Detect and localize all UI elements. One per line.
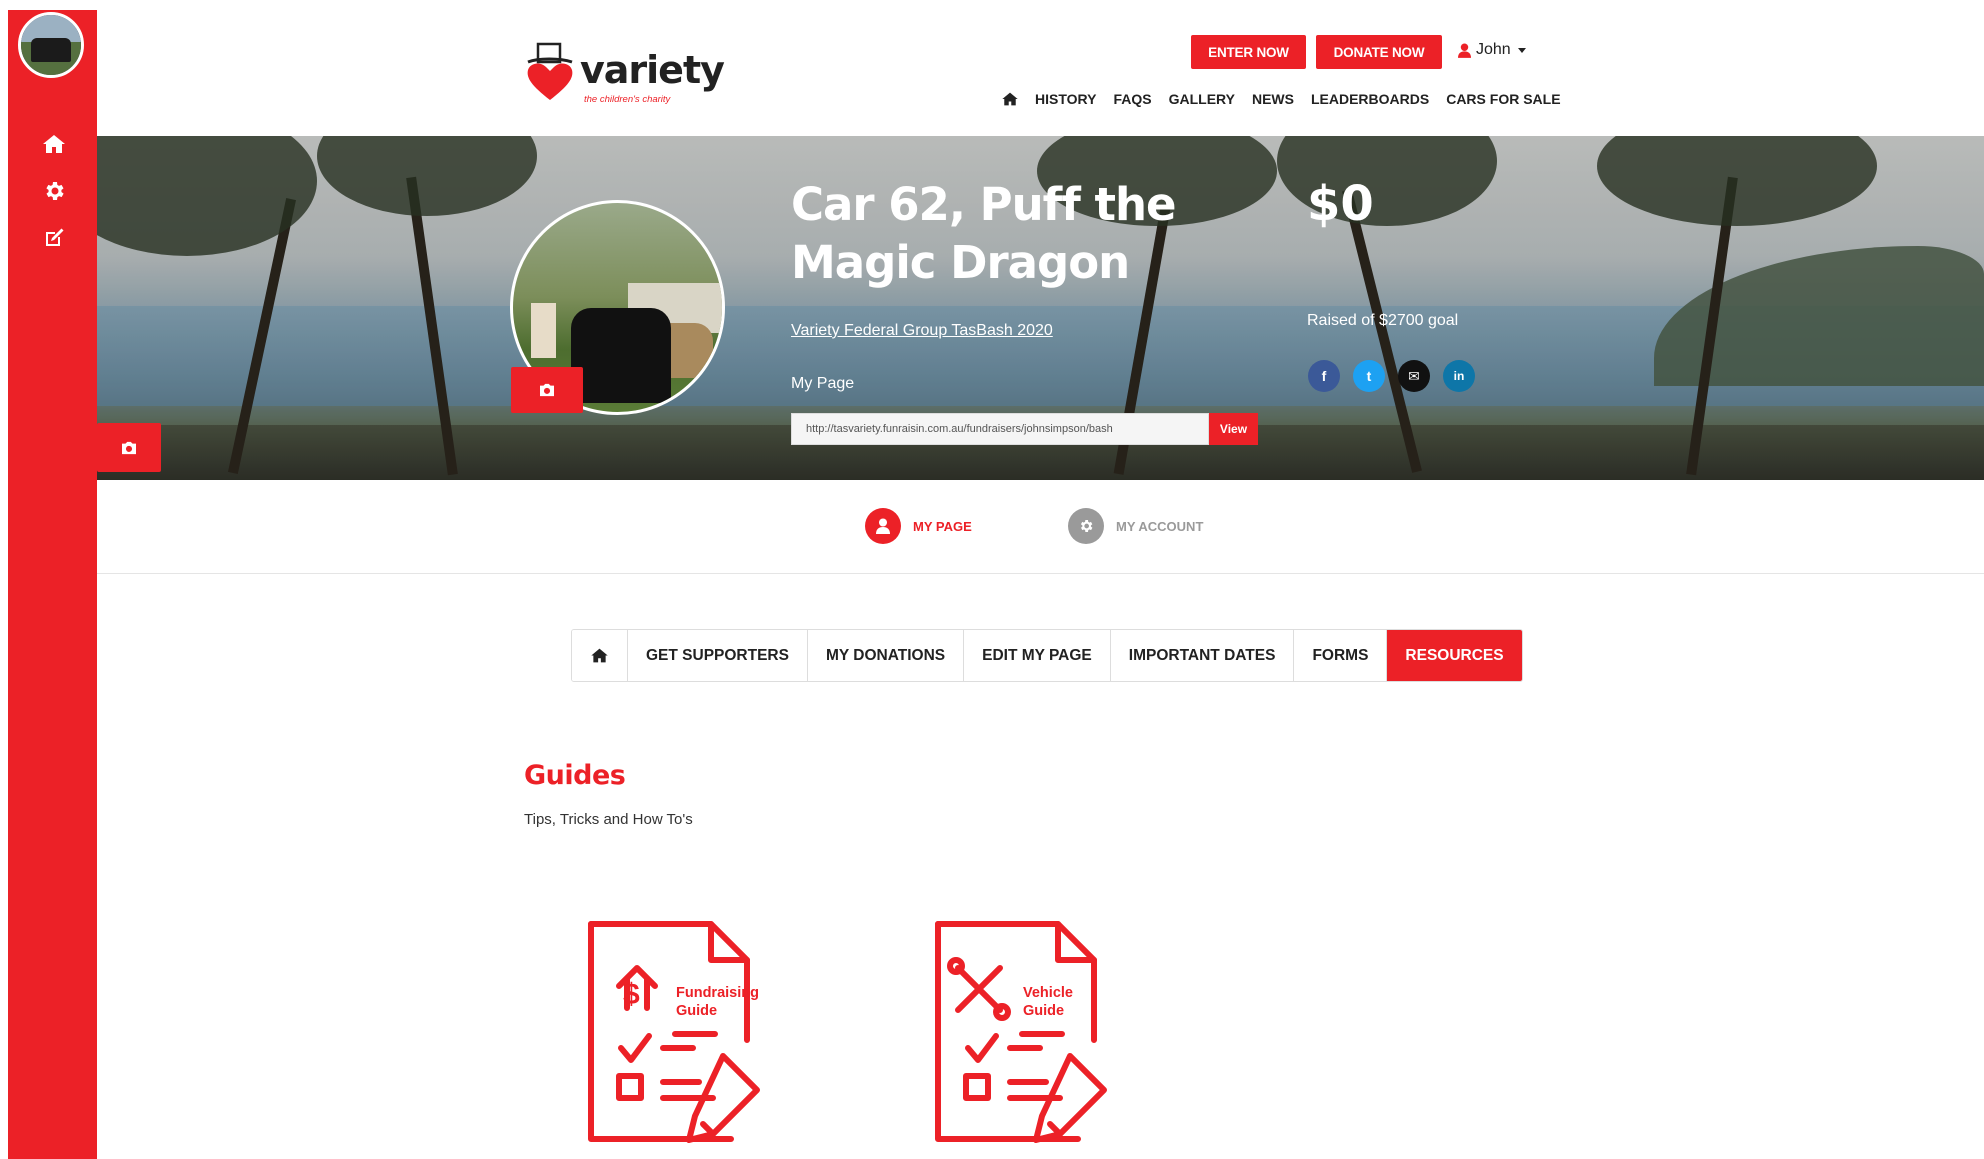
page-url-field[interactable]: http://tasvariety.funraisin.com.au/fundr… — [791, 413, 1209, 445]
camera-icon — [122, 441, 136, 454]
my-page-label: My Page — [791, 375, 855, 392]
caret-down-icon — [1517, 47, 1526, 53]
user-name: John — [1476, 41, 1511, 58]
sidebar — [8, 10, 97, 1159]
goal-text: Raised of $2700 goal — [1307, 312, 1459, 329]
tab-important-dates[interactable]: IMPORTANT DATES — [1110, 630, 1295, 681]
top-hat-heart-icon — [527, 42, 573, 100]
amount-raised: $0 — [1307, 176, 1374, 232]
edit-icon[interactable] — [40, 224, 68, 252]
email-share-icon[interactable]: ✉ — [1398, 360, 1430, 392]
my-page-switch-label: MY PAGE — [913, 518, 972, 534]
enter-now-button[interactable]: ENTER NOW — [1191, 35, 1306, 69]
dashboard-tabs: GET SUPPORTERS MY DONATIONS EDIT MY PAGE… — [571, 629, 1523, 682]
nav-leaderboards[interactable]: LEADERBOARDS — [1311, 91, 1429, 107]
my-account-switch-label: MY ACCOUNT — [1116, 518, 1204, 534]
user-icon — [865, 508, 901, 544]
nav-news[interactable]: NEWS — [1252, 91, 1294, 107]
linkedin-share-icon[interactable]: in — [1443, 360, 1475, 392]
gear-icon[interactable] — [40, 177, 68, 205]
guide-label-line2: Guide — [1023, 1003, 1065, 1019]
vehicle-guide-icon[interactable]: Vehicle Guide — [930, 916, 1140, 1146]
user-icon — [1458, 43, 1471, 58]
fundraising-guide-icon[interactable]: $ Fundraising Guide — [583, 916, 793, 1146]
section-title: Guides — [524, 760, 626, 791]
change-cover-photo-button[interactable] — [97, 423, 161, 472]
my-page-switch[interactable]: MY PAGE — [865, 508, 972, 544]
variety-logo[interactable]: variety the children's charity — [520, 40, 725, 110]
guide-label-line2: Guide — [676, 1003, 718, 1019]
my-account-switch[interactable]: MY ACCOUNT — [1068, 508, 1203, 544]
nav-gallery[interactable]: GALLERY — [1169, 91, 1235, 107]
home-icon — [591, 648, 608, 663]
section-divider — [97, 573, 1984, 574]
logo-tagline: the children's charity — [584, 94, 671, 105]
avatar[interactable] — [18, 12, 84, 78]
gear-icon — [1068, 508, 1104, 544]
home-icon[interactable] — [40, 130, 68, 158]
change-profile-photo-button[interactable] — [511, 367, 583, 413]
guide-label-line1: Vehicle — [1023, 985, 1073, 1001]
svg-text:$: $ — [623, 978, 640, 1011]
user-menu[interactable]: John — [1458, 41, 1526, 59]
camera-icon — [540, 383, 554, 397]
nav-cars-for-sale[interactable]: CARS FOR SALE — [1446, 91, 1560, 107]
nav-faqs[interactable]: FAQS — [1113, 91, 1151, 107]
top-nav: HISTORY FAQS GALLERY NEWS LEADERBOARDS C… — [1002, 91, 1561, 107]
home-icon[interactable] — [1002, 92, 1018, 106]
tab-my-donations[interactable]: MY DONATIONS — [807, 630, 965, 681]
section-subtitle: Tips, Tricks and How To's — [524, 811, 693, 828]
page-title: Car 62, Puff the Magic Dragon — [791, 178, 1177, 289]
tab-resources[interactable]: RESOURCES — [1387, 630, 1522, 681]
facebook-share-icon[interactable]: f — [1308, 360, 1340, 392]
twitter-share-icon[interactable]: t — [1353, 360, 1385, 392]
event-link[interactable]: Variety Federal Group TasBash 2020 — [791, 322, 1053, 340]
donate-now-button[interactable]: DONATE NOW — [1316, 35, 1442, 69]
view-page-button[interactable]: View — [1209, 413, 1258, 445]
tab-get-supporters[interactable]: GET SUPPORTERS — [628, 630, 808, 681]
guide-label-line1: Fundraising — [676, 985, 759, 1001]
logo-wordmark: variety — [580, 48, 725, 92]
nav-history[interactable]: HISTORY — [1035, 91, 1096, 107]
tab-home[interactable] — [572, 630, 628, 681]
tab-forms[interactable]: FORMS — [1294, 630, 1388, 681]
tab-edit-my-page[interactable]: EDIT MY PAGE — [964, 630, 1111, 681]
